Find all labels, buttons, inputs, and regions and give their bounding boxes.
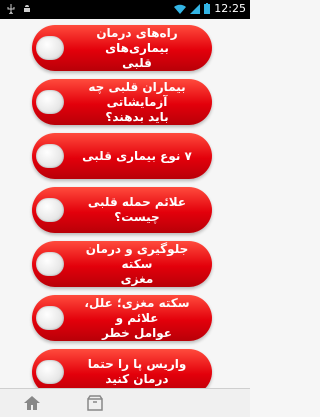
menu-item-label: سکته مغزی؛ علل، علائم و عوامل خطر [84, 295, 190, 340]
home-icon[interactable] [22, 393, 42, 413]
menu-item-label: علائم حمله قلبی چیست؟ [87, 195, 187, 224]
menu-item-label: بیماران قلبی چه آزمایشاتی باید بدهند؟ [88, 79, 186, 124]
menu-item-label: ۷ نوع بیماری قلبی [82, 148, 192, 163]
status-bar: 12:25 [0, 0, 250, 19]
menu-item-heart-disease-treatment[interactable]: راه‌های درمان بیماری‌های قلبی [32, 25, 212, 71]
toggle-icon [36, 252, 64, 276]
toggle-icon [36, 90, 64, 114]
android-icon [24, 5, 30, 12]
menu-item-heart-disease-types[interactable]: ۷ نوع بیماری قلبی [32, 133, 212, 179]
menu-item-heart-patient-tests[interactable]: بیماران قلبی چه آزمایشاتی باید بدهند؟ [32, 79, 212, 125]
menu-item-label: راه‌های درمان بیماری‌های قلبی [96, 25, 178, 70]
clock: 12:25 [214, 2, 246, 15]
toggle-icon [36, 306, 64, 330]
toggle-icon [36, 36, 64, 60]
toggle-icon [36, 360, 64, 384]
wifi-icon [174, 4, 187, 14]
menu-item-stroke-prevention[interactable]: جلوگیری و درمان سکته مغزی [32, 241, 212, 287]
menu-item-heart-attack-symptoms[interactable]: علائم حمله قلبی چیست؟ [32, 187, 212, 233]
box-icon[interactable] [85, 393, 105, 413]
usb-icon [7, 4, 15, 14]
menu-item-stroke-causes[interactable]: سکته مغزی؛ علل، علائم و عوامل خطر [32, 295, 212, 341]
toggle-icon [36, 144, 64, 168]
battery-icon [204, 3, 211, 14]
bottom-bar [0, 388, 250, 417]
toggle-icon [36, 198, 64, 222]
menu-item-label: جلوگیری و درمان سکته مغزی [85, 241, 189, 286]
signal-icon [190, 3, 201, 14]
